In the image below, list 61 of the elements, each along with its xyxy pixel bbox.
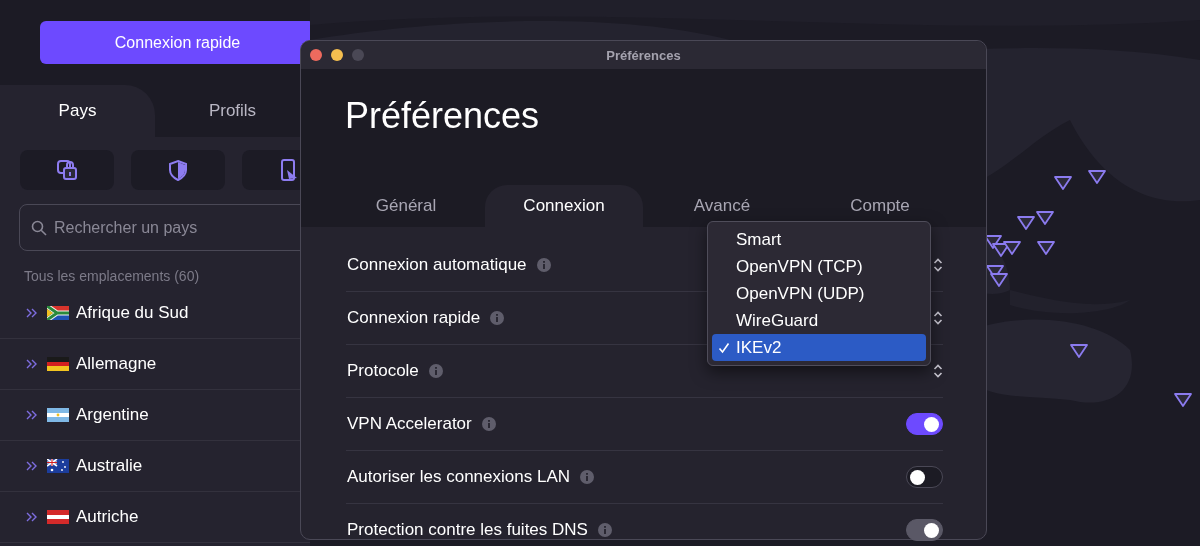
- server-marker-icon[interactable]: [1036, 240, 1056, 256]
- server-marker-icon[interactable]: [1087, 169, 1107, 185]
- device-icon: [279, 158, 299, 182]
- info-icon[interactable]: [481, 417, 496, 431]
- shield-icon: [168, 159, 188, 181]
- toggle-switch[interactable]: [906, 413, 943, 435]
- setting-label: Protection contre les fuites DNS: [347, 520, 588, 540]
- lock-icon: [56, 158, 78, 182]
- page-heading: Préférences: [344, 95, 541, 138]
- country-name[interactable]: Argentine: [76, 405, 149, 425]
- info-icon[interactable]: [580, 470, 594, 484]
- menu-option[interactable]: IKEv2: [712, 334, 926, 361]
- menu-option[interactable]: OpenVPN (TCP): [712, 253, 926, 280]
- setting-label: Protocole: [347, 361, 419, 381]
- stepper-arrows-icon[interactable]: [933, 258, 943, 272]
- server-marker-icon[interactable]: [1035, 210, 1055, 226]
- setting-label: VPN Accelerator: [347, 414, 472, 434]
- stepper-arrows-icon[interactable]: [933, 311, 943, 325]
- server-marker-icon[interactable]: [1016, 215, 1036, 231]
- country-name[interactable]: Afrique du Sud: [76, 303, 189, 323]
- double-chevron-icon[interactable]: [26, 307, 38, 319]
- close-button[interactable]: [310, 49, 322, 61]
- country-name[interactable]: Autriche: [76, 507, 139, 527]
- server-marker-icon[interactable]: [1002, 240, 1022, 256]
- setting-label: Autoriser les connexions LAN: [347, 467, 570, 487]
- menu-option[interactable]: Smart: [712, 226, 926, 253]
- server-marker-icon[interactable]: [1069, 343, 1089, 359]
- tab[interactable]: Général: [327, 185, 485, 227]
- section-label: Tous les emplacements (60): [24, 268, 201, 286]
- setting-label: Connexion automatique: [347, 255, 527, 275]
- stepper-arrows-icon[interactable]: [933, 364, 943, 378]
- server-marker-icon[interactable]: [989, 272, 1009, 288]
- info-icon[interactable]: [428, 364, 443, 378]
- window-title: Préférences: [606, 47, 681, 63]
- checkmark-icon: [718, 342, 730, 354]
- double-chevron-icon[interactable]: [26, 409, 38, 421]
- filter-button[interactable]: [131, 150, 225, 190]
- tab[interactable]: Pays: [0, 85, 155, 137]
- filter-button[interactable]: [20, 150, 114, 190]
- info-icon[interactable]: [536, 258, 551, 272]
- menu-option[interactable]: OpenVPN (UDP): [712, 280, 926, 307]
- menu-option[interactable]: WireGuard: [712, 307, 926, 334]
- double-chevron-icon[interactable]: [26, 460, 38, 472]
- flag-icon: [47, 408, 69, 422]
- tab[interactable]: Connexion: [485, 185, 643, 227]
- search-icon: [31, 220, 47, 236]
- flag-icon: [47, 459, 69, 473]
- double-chevron-icon[interactable]: [26, 511, 38, 523]
- minimize-button[interactable]: [331, 49, 343, 61]
- server-marker-icon[interactable]: [1053, 175, 1073, 191]
- setting-label: Connexion rapide: [347, 308, 481, 328]
- flag-icon: [47, 306, 69, 320]
- flag-icon: [47, 510, 69, 524]
- server-marker-icon[interactable]: [1173, 392, 1193, 408]
- flag-icon: [47, 357, 69, 371]
- info-icon[interactable]: [490, 311, 505, 325]
- info-icon[interactable]: [597, 523, 612, 537]
- double-chevron-icon[interactable]: [26, 358, 38, 370]
- country-name[interactable]: Australie: [76, 456, 143, 476]
- country-name[interactable]: Allemagne: [76, 354, 157, 374]
- toggle-switch[interactable]: [906, 466, 943, 488]
